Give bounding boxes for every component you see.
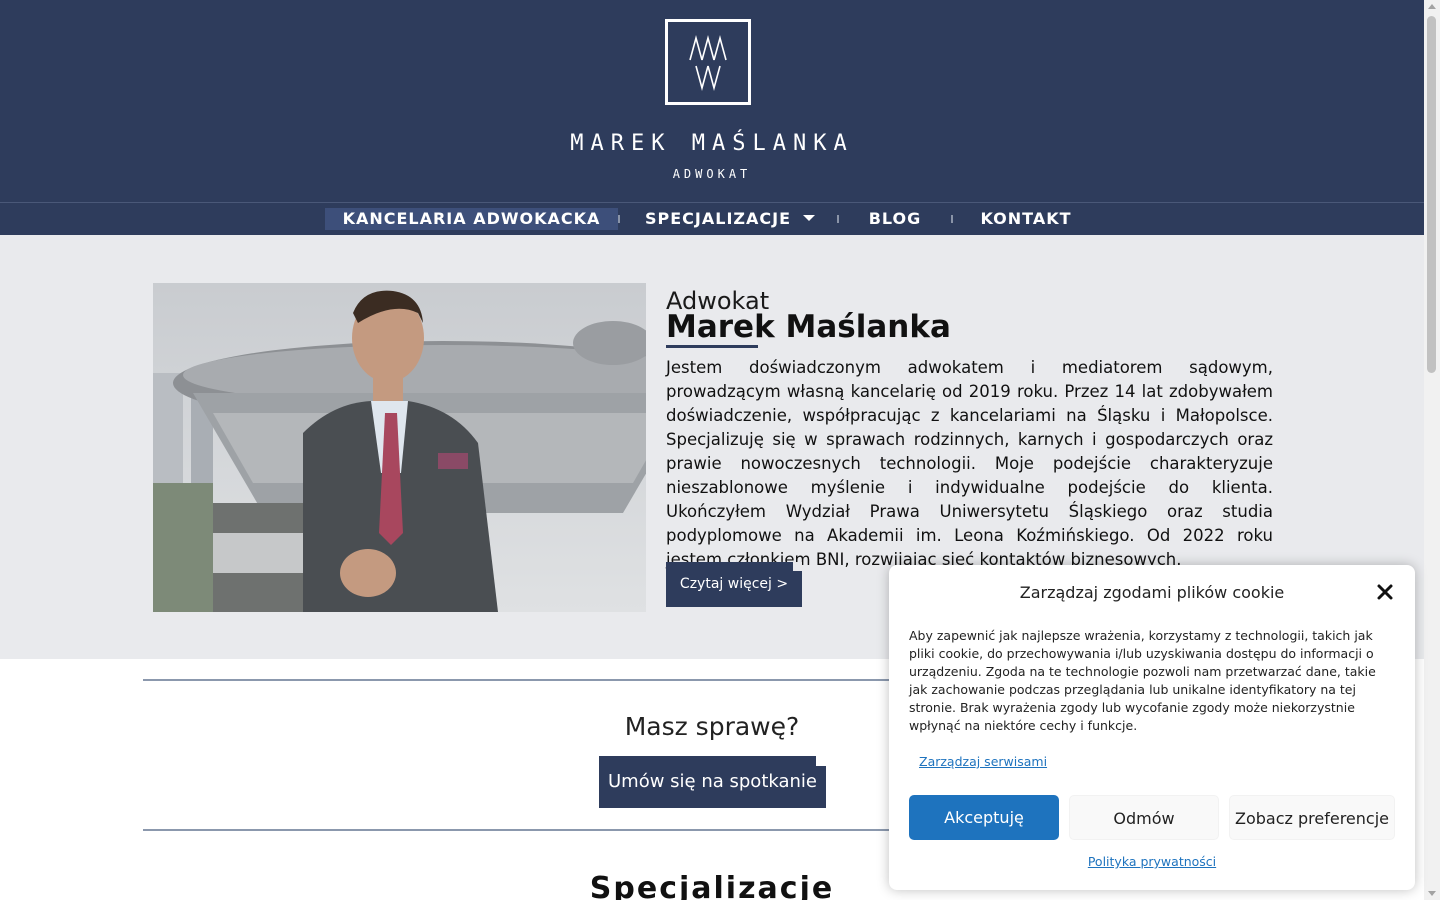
- privacy-policy: Polityka prywatności: [889, 854, 1415, 869]
- page-scrollbar[interactable]: [1424, 0, 1440, 900]
- nav-item-label: SPECJALIZACJE: [644, 209, 791, 228]
- scroll-up-arrow-icon[interactable]: [1428, 4, 1436, 9]
- book-meeting-button[interactable]: Umów się na spotkanie: [599, 756, 826, 808]
- nav-item-label: KANCELARIA ADWOKACKA: [342, 209, 601, 228]
- hero-title: Marek Maślanka: [666, 309, 951, 345]
- close-icon[interactable]: [1375, 582, 1395, 602]
- logo-monogram-icon: [689, 34, 727, 92]
- brand-name: MAREK MAŚLANKA: [570, 131, 854, 156]
- cookie-description: Aby zapewnić jak najlepsze wrażenia, kor…: [909, 628, 1376, 733]
- cookie-dialog-title: Zarządzaj zgodami plików cookie: [1019, 583, 1285, 602]
- deny-cookies-button[interactable]: Odmów: [1069, 795, 1219, 840]
- nav-item-specjalizacje[interactable]: SPECJALIZACJE: [640, 208, 820, 230]
- lawyer-photo: [153, 283, 646, 612]
- hero-bio: Jestem doświadczonym adwokatem i mediato…: [666, 358, 1273, 569]
- view-preferences-button[interactable]: Zobacz preferencje: [1229, 795, 1395, 840]
- nav-item-kontakt[interactable]: KONTAKT: [975, 208, 1077, 230]
- logo[interactable]: [665, 19, 751, 105]
- read-more-button[interactable]: Czytaj więcej >: [666, 562, 802, 607]
- chevron-down-icon: [803, 215, 815, 221]
- cookie-consent-dialog: Zarządzaj zgodami plików cookie Aby zape…: [889, 565, 1415, 890]
- nav-separator: [837, 215, 839, 223]
- nav-item-blog[interactable]: BLOG: [860, 208, 930, 230]
- brand-subtitle: ADWOKAT: [672, 167, 752, 181]
- title-underline: [666, 345, 758, 348]
- nav-item-label: BLOG: [868, 209, 922, 228]
- privacy-policy-link[interactable]: Polityka prywatności: [1088, 854, 1216, 869]
- manage-services-link[interactable]: Zarządzaj serwisami: [919, 754, 1047, 769]
- accept-cookies-button[interactable]: Akceptuję: [909, 795, 1059, 840]
- portrait-image: [153, 283, 646, 612]
- scrollbar-thumb[interactable]: [1427, 16, 1436, 373]
- main-nav: KANCELARIA ADWOKACKA SPECJALIZACJE BLOG …: [0, 203, 1424, 235]
- nav-item-kancelaria[interactable]: KANCELARIA ADWOKACKA: [325, 208, 618, 230]
- nav-separator: [951, 215, 953, 223]
- scroll-down-arrow-icon[interactable]: [1428, 891, 1436, 896]
- nav-item-label: KONTAKT: [980, 209, 1072, 228]
- site-header: MAREK MAŚLANKA ADWOKAT KANCELARIA ADWOKA…: [0, 0, 1424, 235]
- nav-separator: [618, 215, 620, 223]
